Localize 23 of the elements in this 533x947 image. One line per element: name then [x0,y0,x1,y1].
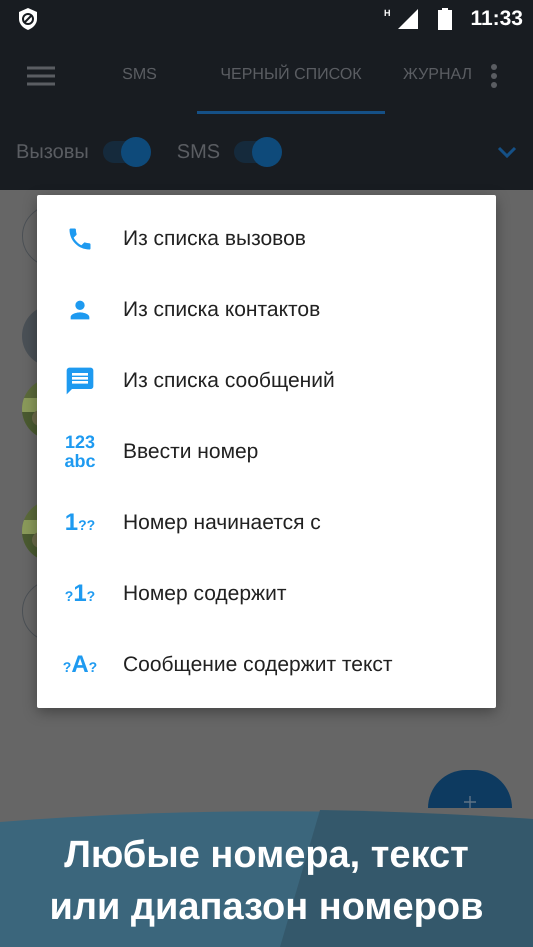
menu-item[interactable]: Из списка сообщений [123,368,335,392]
menu-icon[interactable] [27,66,55,86]
menu-item[interactable]: Номер начинается с [123,510,321,534]
chevron-down-icon[interactable] [497,146,517,158]
clock: 11:33 [470,7,523,31]
signal-icon [398,9,418,29]
message-icon [64,364,96,396]
banner-caption: Любые номера, текст или диапазон номеров [48,833,484,930]
glyph-label: ?1? [64,582,96,606]
menu-item[interactable]: Из списка контактов [123,298,320,322]
menu-item[interactable]: Номер содержит [123,582,286,606]
network-type: H [384,8,390,18]
glyph-label: 123 abc [64,432,96,470]
glyph-label: ?A? [62,652,98,676]
glyph-label: 1?? [64,510,96,534]
menu-item[interactable]: Из списка вызовов [123,226,306,250]
more-icon[interactable] [490,64,498,88]
filter-label: SMS [176,140,220,164]
shield-icon [17,7,39,31]
menu-item[interactable]: Ввести номер [123,440,258,464]
menu-item[interactable]: Сообщение содержит текст [123,652,393,676]
battery-icon [438,8,452,30]
filter-label: Вызовы [16,140,89,164]
